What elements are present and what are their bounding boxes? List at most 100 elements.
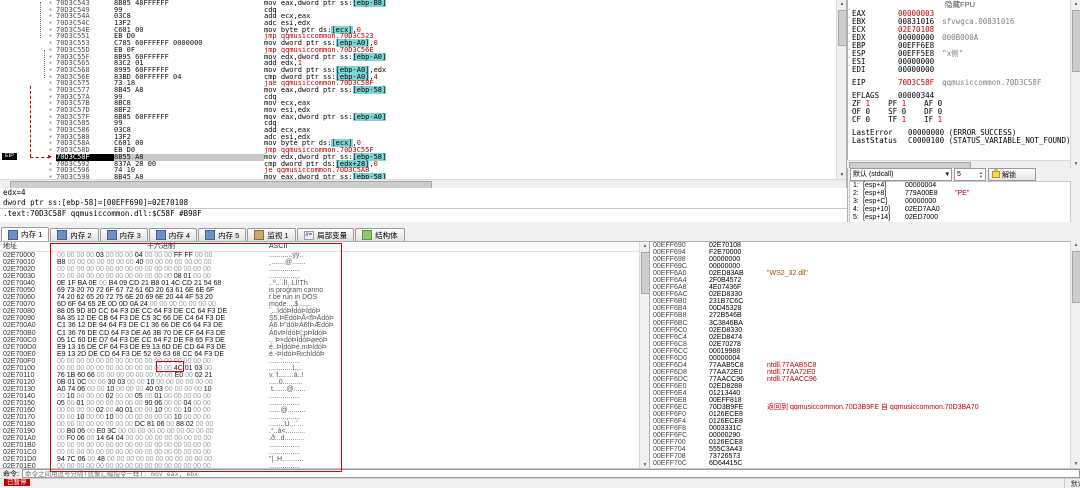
disasm-row[interactable]: ● 70D3C543 8B85 48FFFFFF mov eax,dword ptr … xyxy=(0,0,836,7)
dump-row[interactable]: 02E700D0 E9 13 16 DE CF 64 F3 DE E9 13 6D… xyxy=(0,344,649,351)
dump-row[interactable]: 02E70190 00 B0 06 00 E0 3C 00 00 00 00 00… xyxy=(0,428,649,435)
tab-内存 5[interactable]: 内存 5 xyxy=(198,228,247,241)
stack-row[interactable]: 00EFF6B4 00D45328 xyxy=(650,305,1071,312)
register-row[interactable]: LastStatus C0000100 (STATUS_VARIABLE_NOT_… xyxy=(852,137,1072,145)
scrollbar-thumb[interactable] xyxy=(1072,10,1080,72)
tab-内存 1[interactable]: 内存 1 xyxy=(1,227,50,241)
argument-row[interactable]: 2: [esp+8] 779A00E8 "PE" xyxy=(850,190,1070,198)
dump-row[interactable]: 02E70140 00 10 00 00 00 02 00 00 05 00 01… xyxy=(0,393,649,400)
disasm-vertical-scrollbar[interactable]: ▲ ▼ xyxy=(836,0,846,179)
dump-row[interactable]: 02E70160 00 00 00 00 02 00 40 01 00 00 10… xyxy=(0,407,649,414)
argument-row[interactable]: 4: [esp+10] 02ED7AA0 xyxy=(850,206,1070,214)
dump-row[interactable]: 02E70180 00 00 00 00 00 00 00 00 DC 81 06… xyxy=(0,421,649,428)
dump-row[interactable]: 02E70100 00 00 00 00 00 00 00 00 00 00 00… xyxy=(0,365,649,372)
dump-row[interactable]: 02E70170 00 00 10 00 00 10 00 00 00 00 00… xyxy=(0,414,649,421)
scroll-up-icon[interactable]: ▲ xyxy=(1071,0,1080,8)
dump-row[interactable]: 02E70150 05 00 01 00 00 00 00 00 00 90 06… xyxy=(0,400,649,407)
stack-row[interactable]: 00EFF70C 6D64415C xyxy=(650,460,1071,467)
stack-row[interactable]: 00EFF6A8 4E07436F xyxy=(650,284,1071,291)
flags-row[interactable]: OF 0 SF 0 DF 0 xyxy=(852,108,1072,116)
dump-row[interactable]: 02E70110 76 1B 60 66 00 00 00 00 00 00 00… xyxy=(0,372,649,379)
dump-row[interactable]: 02E70130 A0 74 06 00 00 10 00 00 00 40 03… xyxy=(0,386,649,393)
command-input[interactable] xyxy=(21,469,1080,478)
disasm-row[interactable]: ● 70D3C57F 8B85 60FFFFFF mov eax,dword ptr … xyxy=(0,112,836,121)
stack-row[interactable]: 00EFF6D8 77AA72E0 ntdll.77AA72E0 xyxy=(650,369,1071,376)
stack-row[interactable]: 00EFF69C 00000000 xyxy=(650,263,1071,270)
dump-row[interactable]: 02E70030 00 00 00 00 00 00 00 00 00 00 00… xyxy=(0,273,649,280)
scroll-down-icon[interactable]: ▼ xyxy=(1071,460,1080,468)
stack-row[interactable]: 00EFF700 0126ECE8 xyxy=(650,439,1071,446)
dump-row[interactable]: 02E70040 0E 1F BA 0E 00 B4 09 CD 21 B8 01… xyxy=(0,280,649,287)
tab-局部变量[interactable]: x= 局部变量 xyxy=(296,228,355,241)
stack-row[interactable]: 00EFF6B8 272B546B xyxy=(650,312,1071,319)
scroll-up-icon[interactable]: ▲ xyxy=(640,242,649,250)
argument-row[interactable]: 1: [esp+4] 00000004 xyxy=(850,182,1070,190)
tab-结构体[interactable]: 结构体 xyxy=(355,228,405,241)
disassembly-pane[interactable]: ● 70D3C543 8B85 48FFFFFF mov eax,dword ptr … xyxy=(0,0,847,189)
scroll-up-icon[interactable]: ▲ xyxy=(837,0,846,8)
stack-row[interactable]: 00EFF6D0 00000004 xyxy=(650,355,1071,362)
stack-row[interactable]: 00EFF6E4 01213440 xyxy=(650,390,1071,397)
stack-row[interactable]: 00EFF6E0 02ED8288 xyxy=(650,383,1071,390)
flags-row[interactable]: ZF 1 PF 1 AF 0 xyxy=(852,100,1072,108)
dump-row[interactable]: 02E700C0 05 1C 60 DE D7 64 F3 DE CC 64 F2… xyxy=(0,337,649,344)
stack-row[interactable]: 00EFF6BC 3C3846BA xyxy=(650,320,1071,327)
dump-row[interactable]: 02E700A0 C1 36 12 DE 94 64 F3 DE C1 36 66… xyxy=(0,322,649,329)
stepper-arrows-icon[interactable]: ▲ ▼ xyxy=(979,170,983,179)
scrollbar-thumb[interactable] xyxy=(838,10,846,46)
register-row[interactable]: ESI 00000000 xyxy=(852,58,1072,66)
stack-pane[interactable]: 00EFF690 02E70108 00EFF694 F2E70000 00EFF698… xyxy=(650,241,1071,469)
dump-row[interactable]: 02E701C0 00 00 00 00 00 00 00 00 00 00 00… xyxy=(0,449,649,456)
stack-row[interactable]: 00EFF6AC 02ED8330 xyxy=(650,291,1071,298)
argument-row[interactable]: 3: [esp+C] 00000000 xyxy=(850,198,1070,206)
register-row[interactable]: EFLAGS 00000344 xyxy=(852,92,1072,100)
calling-convention-select[interactable]: 默认 (stdcall) ▾ xyxy=(850,168,952,181)
dump-row[interactable]: 02E70020 00 00 00 00 00 00 00 00 00 00 00… xyxy=(0,266,649,273)
scrollbar-thumb[interactable] xyxy=(1072,251,1080,303)
scrollbar-thumb[interactable] xyxy=(641,252,649,294)
flags-row[interactable]: CF 0 TF 1 IF 1 xyxy=(852,116,1072,124)
dump-row[interactable]: 02E70050 69 73 20 70 72 6F 67 72 61 6D 20… xyxy=(0,287,649,294)
stack-row[interactable]: 00EFF6F8 0003331C xyxy=(650,425,1071,432)
dump-row[interactable]: 02E701B0 00 00 00 00 00 00 00 00 00 00 00… xyxy=(0,442,649,449)
argument-count-stepper[interactable]: 5 ▲ ▼ xyxy=(954,168,986,181)
stack-row[interactable]: 00EFF6F4 0126ECE8 xyxy=(650,418,1071,425)
dump-row[interactable]: 02E70000 00 00 00 00 03 00 00 00 04 00 00… xyxy=(0,252,649,259)
stack-row[interactable]: 00EFF6C4 02ED8474 xyxy=(650,334,1071,341)
stack-row[interactable]: 00EFF704 555C3A43 xyxy=(650,446,1071,453)
dump-row[interactable]: 02E700B0 C1 36 76 DE CD 64 F3 DE A6 3B 70… xyxy=(0,330,649,337)
stack-vertical-scrollbar[interactable]: ▲ ▼ xyxy=(1070,241,1080,468)
stack-row[interactable]: 00EFF6D4 77AAB5C8 ntdll.77AAB5C8 xyxy=(650,362,1071,369)
stack-row[interactable]: 00EFF6EC 70D3B9FE 返回到 qqmusiccommon.70D3B9… xyxy=(650,404,1071,411)
stack-row[interactable]: 00EFF6FC 00000290 xyxy=(650,432,1071,439)
stack-row[interactable]: 00EFF6DC 77AACC96 ntdll.77AACC96 xyxy=(650,376,1071,383)
register-row[interactable]: EDI 00000000 xyxy=(852,66,1072,74)
dump-row[interactable]: 02E701D0 94 7C 06 00 48 00 00 00 00 00 00… xyxy=(0,456,649,463)
dump-row[interactable]: 02E70120 0B 01 0C 00 00 30 03 00 00 10 00… xyxy=(0,379,649,386)
unlock-button[interactable]: 解锁 xyxy=(988,168,1036,181)
dump-row[interactable]: 02E70060 74 20 62 65 20 72 75 6E 20 69 6E… xyxy=(0,294,649,301)
dump-row[interactable]: 02E700F0 00 00 00 00 00 00 00 00 00 00 00… xyxy=(0,358,649,365)
stack-row[interactable]: 00EFF6CC 00019988 xyxy=(650,348,1071,355)
register-row[interactable]: EBX 00831016 sfvwgca.00831016 xyxy=(852,18,1072,26)
dump-row[interactable]: 02E70010 B8 00 00 00 00 00 00 00 40 00 00… xyxy=(0,259,649,266)
tab-内存 3[interactable]: 内存 3 xyxy=(99,228,148,241)
stack-row[interactable]: 00EFF698 00000000 xyxy=(650,256,1071,263)
argument-row[interactable]: 5: [esp+14] 02ED7000 xyxy=(850,214,1070,222)
dump-row[interactable]: 02E700E0 E9 13 2D DE CD 64 F3 DE 52 69 63… xyxy=(0,351,649,358)
stack-row[interactable]: 00EFF708 73726573 xyxy=(650,453,1071,460)
stack-row[interactable]: 00EFF690 02E70108 xyxy=(650,242,1071,249)
stack-row[interactable]: 00EFF694 F2E70000 xyxy=(650,249,1071,256)
dump-row[interactable]: 02E701A0 00 F0 06 00 14 64 04 00 00 00 00… xyxy=(0,435,649,442)
stack-row[interactable]: 00EFF6A4 2F0B4572 xyxy=(650,277,1071,284)
register-row[interactable]: EDX 00000000 000B000A xyxy=(852,34,1072,42)
tab-监视 1[interactable]: 监视 1 xyxy=(247,228,296,241)
tab-内存 2[interactable]: 内存 2 xyxy=(50,228,99,241)
stack-row[interactable]: 00EFF6A0 02ED83AB "WS2_32.dll" xyxy=(650,270,1071,277)
hide-fpu-button[interactable]: 隐藏FPU xyxy=(848,0,1072,10)
scroll-down-icon[interactable]: ▼ xyxy=(1071,160,1080,168)
register-row[interactable]: ESP 00EFF5E8 "x侧" xyxy=(852,50,1072,58)
scroll-down-icon[interactable]: ▼ xyxy=(837,171,846,179)
registers-vertical-scrollbar[interactable]: ▲ ▼ xyxy=(1070,0,1080,168)
stack-row[interactable]: 00EFF6C0 02ED8330 xyxy=(650,327,1071,334)
